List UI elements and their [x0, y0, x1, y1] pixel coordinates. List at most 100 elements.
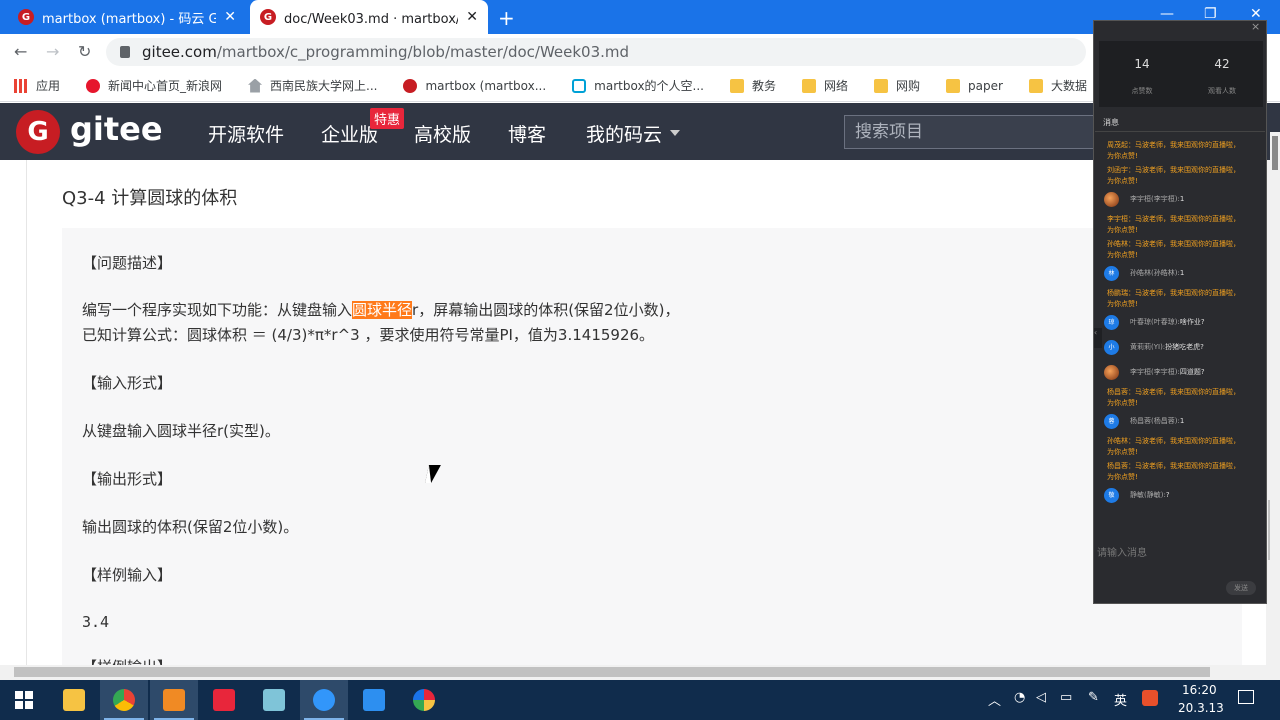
clock-date[interactable]: 20.3.13: [1178, 701, 1224, 715]
chat-system-message: 为你点赞!: [1107, 226, 1138, 234]
sample-input-value: 3.4: [82, 613, 110, 631]
viewers-count: 42: [1214, 57, 1230, 71]
bookmark-label: 新闻中心首页_新浪网: [108, 79, 223, 93]
avatar: 敬: [1104, 488, 1119, 503]
section-problem-title: 【问题描述】: [82, 254, 173, 272]
taskbar-notepad[interactable]: [250, 680, 298, 720]
folder-icon: [802, 78, 817, 93]
bilibili-icon: [572, 78, 587, 93]
bookmark-label: 大数据: [1050, 79, 1087, 93]
volume-icon[interactable]: ◁: [1036, 690, 1046, 705]
notification-icon[interactable]: [1238, 690, 1254, 704]
chevron-down-icon[interactable]: [670, 130, 680, 136]
gitee-logo-icon[interactable]: G: [16, 110, 60, 154]
bookmark-folder-bigdata[interactable]: 大数据: [1028, 77, 1087, 94]
taskbar-gitee-app[interactable]: [150, 680, 198, 720]
horizontal-scroll-thumb[interactable]: [14, 667, 1210, 677]
chat-input[interactable]: 请输入消息: [1097, 544, 1147, 559]
bookmark-bilibili[interactable]: martbox的个人空...: [572, 77, 704, 94]
nav-blog[interactable]: 博客: [508, 120, 546, 147]
network-icon[interactable]: ◔: [1014, 690, 1025, 705]
close-icon[interactable]: ✕: [466, 9, 478, 25]
avatar: 林: [1104, 266, 1119, 281]
chat-user-message: 林 孙皓林(孙皓林): 1: [1104, 266, 1184, 281]
xmind-icon: [213, 689, 235, 711]
windows-icon: [15, 691, 33, 709]
nav-open-source[interactable]: 开源软件: [208, 120, 284, 147]
start-button[interactable]: [0, 680, 48, 720]
tab-week03-doc[interactable]: G doc/Week03.md · martbox/C语言 ✕: [250, 0, 488, 34]
chat-system-message: 为你点赞!: [1107, 473, 1138, 481]
nav-education[interactable]: 高校版: [414, 120, 471, 147]
chat-username: 李宇桓(李宇桓):: [1130, 368, 1180, 376]
bookmark-folder-paper[interactable]: paper: [946, 78, 1003, 93]
search-input[interactable]: [844, 115, 1104, 149]
taskbar-photos[interactable]: [400, 680, 448, 720]
new-tab-button[interactable]: +: [498, 6, 515, 30]
nav-my-gitee[interactable]: 我的码云: [586, 120, 662, 147]
chat-system-message: 为你点赞!: [1107, 448, 1138, 456]
close-icon[interactable]: ✕: [224, 9, 236, 25]
chat-system-message: 周茂起：马波老师，我来围观你的直播啦，: [1107, 141, 1240, 149]
url-path: /martbox/c_programming/blob/master/doc/W…: [216, 43, 630, 61]
chat-scroll-thumb[interactable]: [1272, 136, 1278, 170]
tab-gitee-profile[interactable]: G martbox (martbox) - 码云 Gitee ✕: [8, 0, 246, 34]
chat-text: ?: [1165, 491, 1170, 499]
gitee-logo-text[interactable]: gitee: [70, 110, 163, 148]
bookmark-folder-jiaowu[interactable]: 教务: [730, 77, 776, 94]
highlighted-text: 圆球半径: [352, 301, 413, 319]
forward-button[interactable]: →: [46, 42, 59, 61]
markdown-body: [62, 228, 1242, 668]
taskbar-file-explorer[interactable]: [50, 680, 98, 720]
chat-system-message: 为你点赞!: [1107, 152, 1138, 160]
page-title: Q3-4 计算圆球的体积: [62, 188, 238, 209]
bookmark-martbox[interactable]: martbox (martbox...: [403, 78, 546, 93]
antivirus-icon[interactable]: [1142, 690, 1158, 706]
chat-system-message: 孙皓林：马波老师，我来围观你的直播啦，: [1107, 240, 1240, 248]
section-input-title: 【输入形式】: [82, 374, 173, 392]
clock-time[interactable]: 16:20: [1182, 683, 1217, 697]
reload-button[interactable]: ↻: [78, 42, 91, 61]
collapse-handle[interactable]: ‹: [1094, 328, 1102, 348]
url-host: gitee.com: [142, 43, 217, 61]
address-bar[interactable]: gitee.com /martbox/c_programming/blob/ma…: [106, 38, 1086, 66]
live-stats: [1099, 41, 1263, 107]
bookmark-label: 西南民族大学网上...: [270, 79, 378, 93]
chevron-up-icon[interactable]: ︿: [988, 690, 1001, 709]
viewers-label: 观看人数: [1208, 87, 1236, 95]
taskbar-dingtalk[interactable]: [300, 680, 348, 720]
folder-icon: [946, 78, 961, 93]
gitee-favicon-icon: G: [18, 9, 34, 25]
chat-system-message: 为你点赞!: [1107, 251, 1138, 259]
chat-username: 叶春琼(叶春琼):: [1130, 318, 1180, 326]
chat-username: 杨昌蓉(杨昌蓉):: [1130, 417, 1180, 425]
chat-text: 扮猪吃老虎?: [1165, 343, 1204, 351]
section-sample-output-title: 【样例输出】: [82, 656, 172, 665]
bookmark-sina[interactable]: 新闻中心首页_新浪网: [86, 77, 222, 94]
close-icon[interactable]: ×: [1251, 20, 1260, 33]
bookmark-label: martbox的个人空...: [594, 79, 704, 93]
battery-icon[interactable]: ▭: [1060, 690, 1072, 705]
chat-username: 李宇桓(李宇桓):: [1130, 195, 1180, 203]
bookmark-swun[interactable]: 西南民族大学网上...: [248, 77, 377, 94]
chat-system-message: 李宇桓：马波老师，我来围观你的直播啦，: [1107, 215, 1240, 223]
taskbar-xmind[interactable]: [200, 680, 248, 720]
bookmark-folder-network[interactable]: 网络: [802, 77, 848, 94]
bookmark-folder-shopping[interactable]: 网购: [874, 77, 920, 94]
bookmark-apps[interactable]: 应用: [14, 77, 60, 94]
live-chat-panel: [1093, 20, 1267, 604]
send-button[interactable]: 发送: [1226, 581, 1256, 595]
bookmark-label: 网络: [824, 79, 849, 93]
chat-scrollbar[interactable]: [1270, 132, 1280, 662]
ime-indicator[interactable]: 英: [1114, 690, 1127, 709]
chat-system-message: 杨鹏瑞：马波老师，我来围观你的直播啦，: [1107, 289, 1240, 297]
chat-username: 静敏(静敏):: [1130, 491, 1166, 499]
chat-user-message: 李宇桓(李宇桓): 四道题?: [1104, 365, 1205, 380]
pen-icon[interactable]: ✎: [1088, 690, 1099, 705]
folder-icon: [1028, 78, 1043, 93]
avatar: 琼: [1104, 315, 1119, 330]
back-button[interactable]: ←: [14, 42, 27, 61]
taskbar-calendar[interactable]: [350, 680, 398, 720]
chat-username: 黄莉莉(YI):: [1130, 343, 1166, 351]
taskbar-chrome[interactable]: [100, 680, 148, 720]
